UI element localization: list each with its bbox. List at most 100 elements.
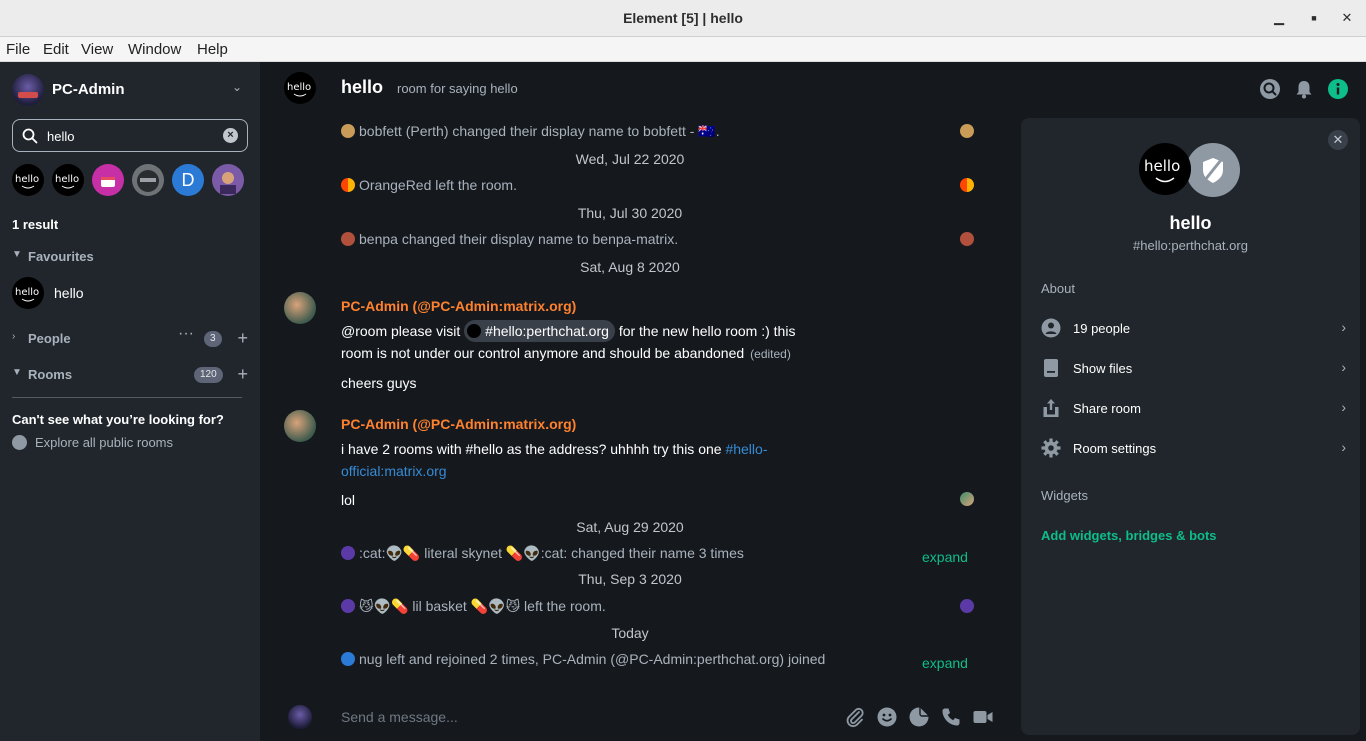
room-header-avatar[interactable]: hello [284,72,316,104]
search-input[interactable] [47,126,217,146]
message-composer: Send a message... [260,694,1000,741]
encryption-shield-avatar [1186,143,1240,197]
composer-avatar [288,705,312,729]
sender-avatar[interactable] [284,410,316,442]
bell-icon[interactable] [1293,78,1315,100]
phone-icon[interactable] [940,706,962,728]
message-input[interactable]: Send a message... [341,709,458,725]
user-avatar[interactable] [12,74,44,106]
people-count-badge: 3 [204,331,222,347]
section-people[interactable]: › People ··· 3 + [12,325,248,349]
close-window-button[interactable]: ✕ [1338,9,1356,27]
chevron-right-icon: › [1341,359,1346,375]
recent-room-helmet[interactable] [132,164,164,196]
menu-edit[interactable]: Edit [43,41,69,58]
room-pill-avatar [467,324,482,338]
share-room-button[interactable]: Share room › [1041,398,1346,422]
room-settings-button[interactable]: Room settings › [1041,438,1346,462]
sender-avatar[interactable] [284,292,316,324]
chevron-right-icon: › [1341,439,1346,455]
event-left-room: OrangeRed left the room. [341,177,517,193]
avatar [341,124,355,138]
room-avatar-large[interactable]: hello [1139,143,1191,195]
timeline: bobfett (Perth) changed their display na… [260,118,1000,698]
recent-room-d[interactable]: D [172,164,204,196]
video-icon[interactable] [972,706,994,728]
read-receipt[interactable] [960,599,974,613]
show-files-label: Show files [1073,361,1133,376]
explore-label: Explore all public rooms [35,435,174,450]
read-receipt[interactable] [960,492,974,506]
clear-icon[interactable]: × [223,128,238,143]
edited-label[interactable]: (edited) [750,347,791,361]
emoji-icon[interactable] [876,706,898,728]
room-list-item-hello[interactable]: hello hello [12,277,248,309]
section-rooms[interactable]: ▼ Rooms 120 + [12,364,248,385]
gear-icon [1041,438,1061,458]
date-separator: Sat, Aug 29 2020 [576,519,684,535]
recent-room-hello-1[interactable]: hello [12,164,44,196]
user-menu[interactable]: PC-Admin ⌄ [12,74,248,106]
read-receipt[interactable] [960,232,974,246]
date-separator: Wed, Jul 22 2020 [575,151,685,167]
menu-window[interactable]: Window [128,41,181,58]
close-icon[interactable]: ✕ [1328,130,1348,150]
svg-text:hello: hello [15,287,39,298]
message-body: i have 2 rooms with #hello as the addres… [341,441,768,479]
chevron-right-icon[interactable]: › [12,331,15,342]
expand-button[interactable]: expand [922,549,968,565]
date-separator: Sat, Aug 8 2020 [580,259,680,275]
recent-room-cake[interactable] [92,164,124,196]
people-button[interactable]: 19 people › [1041,318,1346,342]
left-panel: PC-Admin ⌄ × hello hello D 1 result ▼ Fa… [0,62,260,741]
room-link[interactable]: #hello- [725,441,767,457]
maximize-button[interactable]: ■ [1305,9,1323,27]
event-display-name-change: benpa changed their display name to benp… [341,231,678,247]
attachment-icon[interactable] [844,706,866,728]
room-link[interactable]: official:matrix.org [341,463,447,479]
recent-room-art[interactable] [212,164,244,196]
room-title[interactable]: hello [341,77,383,98]
expand-button[interactable]: expand [922,655,968,671]
recent-room-hello-2[interactable]: hello [52,164,84,196]
avatar [341,599,355,613]
message-body: cheers guys [341,375,417,391]
message-sender[interactable]: PC-Admin (@PC-Admin:matrix.org) [341,416,576,432]
read-receipt[interactable] [960,178,974,192]
plus-icon[interactable]: + [237,328,248,349]
explore-public-rooms-link[interactable]: Explore all public rooms [12,435,173,450]
read-receipt[interactable] [960,124,974,138]
chevron-down-icon[interactable]: ▼ [12,367,22,378]
more-options-icon[interactable]: ··· [178,325,194,343]
show-files-button[interactable]: Show files › [1041,358,1346,382]
event-membership-summary: nug left and rejoined 2 times, PC-Admin … [341,651,825,667]
avatar [341,652,355,666]
room-name: hello [54,285,84,301]
room-header: hello hello room for saying hello [260,62,1366,118]
recent-rooms-bar: hello hello D [12,164,248,196]
info-icon[interactable] [1327,78,1349,100]
add-widgets-button[interactable]: Add widgets, bridges & bots [1041,528,1217,543]
minimize-button[interactable]: ▁ [1270,9,1288,27]
room-topic[interactable]: room for saying hello [397,81,518,96]
plus-icon[interactable]: + [237,364,248,385]
section-favourites[interactable]: ▼ Favourites [12,247,248,267]
room-pill[interactable]: #hello:perthchat.org [464,320,615,342]
room-search-box[interactable]: × [12,119,248,152]
chevron-down-icon[interactable]: ▼ [12,249,22,260]
sticker-icon[interactable] [908,706,930,728]
chevron-right-icon: › [1341,399,1346,415]
window-title: Element [5] | hello [623,10,743,26]
message-sender[interactable]: PC-Admin (@PC-Admin:matrix.org) [341,298,576,314]
divider [12,397,242,398]
menu-view[interactable]: View [81,41,113,58]
menu-file[interactable]: File [6,41,30,58]
user-name: PC-Admin [52,81,125,98]
rooms-count-badge: 120 [194,367,223,383]
menu-bar: File Edit View Window Help [0,37,1366,62]
search-icon [22,128,38,144]
menu-help[interactable]: Help [197,41,228,58]
search-icon[interactable] [1259,78,1281,100]
chevron-down-icon[interactable]: ⌄ [232,80,242,94]
people-label: 19 people [1073,321,1131,336]
